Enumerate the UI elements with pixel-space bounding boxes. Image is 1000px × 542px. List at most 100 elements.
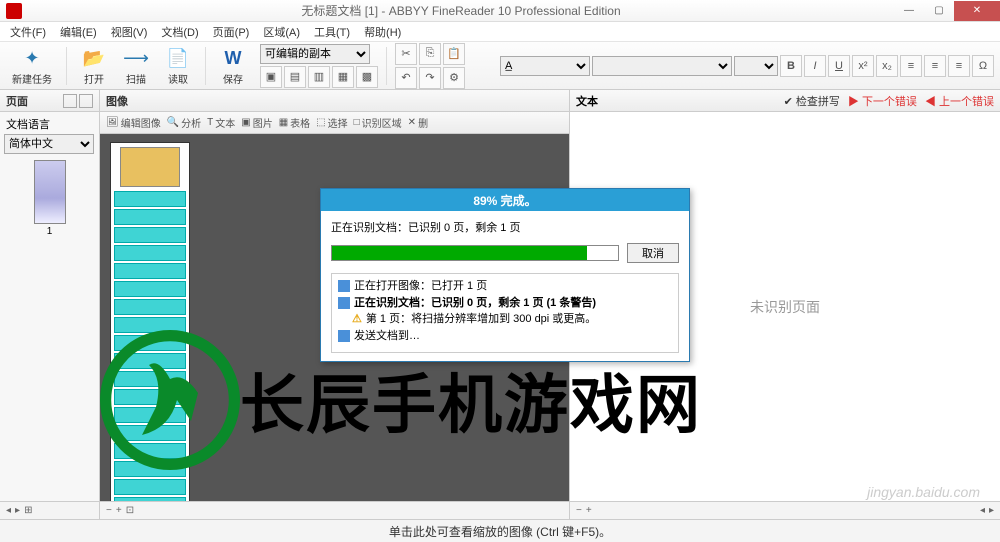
layout-btn-2[interactable]: ▤ bbox=[284, 66, 306, 88]
thumb-tool-1[interactable]: ◂ bbox=[6, 505, 11, 516]
log-line-3: 第 1 页：将扫描分辨率增加到 300 dpi 或更高。 bbox=[366, 311, 596, 328]
maximize-button[interactable]: ▢ bbox=[924, 1, 954, 21]
next-error-button[interactable]: ▶ 下一个错误 bbox=[848, 93, 917, 109]
dialog-status: 正在识别文档：已识别 0 页，剩余 1 页 bbox=[331, 219, 679, 235]
font-style-select[interactable]: A̲ bbox=[500, 56, 590, 76]
layout-btn-5[interactable]: ▩ bbox=[356, 66, 378, 88]
menu-page[interactable]: 页面(P) bbox=[207, 22, 256, 42]
redo-button[interactable]: ↷ bbox=[419, 67, 441, 89]
select-button[interactable]: ⬚ 选择 bbox=[316, 115, 347, 130]
layout-btn-3[interactable]: ▥ bbox=[308, 66, 330, 88]
doc-image-block bbox=[120, 147, 180, 187]
prev-error-button[interactable]: ◀ 上一个错误 bbox=[925, 93, 994, 109]
text-zoom-in[interactable]: + bbox=[586, 505, 592, 516]
menu-help[interactable]: 帮助(H) bbox=[358, 22, 407, 42]
open-button[interactable]: 📂打开 bbox=[75, 44, 113, 88]
edit-image-button[interactable]: 🖼 编辑图像 bbox=[106, 115, 161, 130]
underline-button[interactable]: U bbox=[828, 55, 850, 77]
doc-icon bbox=[338, 280, 350, 292]
subscript-button[interactable]: x₂ bbox=[876, 55, 898, 77]
image-header: 图像 bbox=[106, 93, 128, 109]
menu-document[interactable]: 文档(D) bbox=[155, 22, 204, 42]
star-icon: ✦ bbox=[19, 46, 45, 71]
view-mode-icon[interactable] bbox=[63, 94, 77, 108]
paste-button[interactable]: 📋 bbox=[443, 43, 465, 65]
scan-button[interactable]: ⟶扫描 bbox=[117, 44, 155, 88]
log-line-1: 正在打开图像：已打开 1 页 bbox=[354, 278, 487, 295]
menu-file[interactable]: 文件(F) bbox=[4, 22, 52, 42]
minimize-button[interactable]: — bbox=[894, 1, 924, 21]
lang-label: 文档语言 bbox=[0, 112, 99, 134]
text-area-button[interactable]: T 文本 bbox=[207, 115, 235, 130]
text-nav-right[interactable]: ▸ bbox=[989, 505, 994, 516]
superscript-button[interactable]: x² bbox=[852, 55, 874, 77]
italic-button[interactable]: I bbox=[804, 55, 826, 77]
log-line-4: 发送文档到… bbox=[354, 328, 420, 345]
close-button[interactable]: ✕ bbox=[954, 1, 1000, 21]
document-page bbox=[110, 142, 190, 501]
font-family-select[interactable] bbox=[592, 56, 732, 76]
zoom-out-icon[interactable]: − bbox=[106, 505, 112, 516]
open-label: 打开 bbox=[84, 71, 104, 86]
save-label: 保存 bbox=[223, 71, 243, 86]
menu-edit[interactable]: 编辑(E) bbox=[54, 22, 103, 42]
align-center-button[interactable]: ≡ bbox=[924, 55, 946, 77]
recognize-area-button[interactable]: □ 识别区域 bbox=[354, 115, 402, 130]
cancel-button[interactable]: 取消 bbox=[627, 243, 679, 263]
newtask-button[interactable]: ✦新建任务 bbox=[6, 44, 58, 88]
menu-bar: 文件(F) 编辑(E) 视图(V) 文档(D) 页面(P) 区域(A) 工具(T… bbox=[0, 22, 1000, 42]
bold-button[interactable]: B bbox=[780, 55, 802, 77]
text-header: 文本 bbox=[576, 93, 598, 109]
progress-bar bbox=[331, 245, 619, 261]
cut-button[interactable]: ✂ bbox=[395, 43, 417, 65]
app-icon bbox=[6, 3, 22, 19]
layout-select[interactable]: 可编辑的副本 bbox=[260, 44, 370, 64]
text-zoom-out[interactable]: − bbox=[576, 505, 582, 516]
fit-icon[interactable]: ⊡ bbox=[126, 505, 134, 516]
thumb-tool-3[interactable]: ⊞ bbox=[24, 505, 32, 516]
scan-label: 扫描 bbox=[126, 71, 146, 86]
spellcheck-button[interactable]: ✔ 检查拼写 bbox=[784, 93, 840, 109]
read-icon: 📄 bbox=[165, 46, 191, 71]
pic-area-button[interactable]: ▣ 图片 bbox=[241, 115, 272, 130]
layout-btn-4[interactable]: ▦ bbox=[332, 66, 354, 88]
undo-button[interactable]: ↶ bbox=[395, 67, 417, 89]
page-thumbnail[interactable] bbox=[34, 160, 66, 224]
menu-area[interactable]: 区域(A) bbox=[257, 22, 306, 42]
layout-btn-1[interactable]: ▣ bbox=[260, 66, 282, 88]
status-bar: 单击此处可查看缩放的图像 (Ctrl 键+F5)。 bbox=[0, 520, 1000, 542]
format-toolbar: A̲ B I U x² x₂ ≡ ≡ ≡ Ω bbox=[500, 55, 994, 77]
text-nav-left[interactable]: ◂ bbox=[980, 505, 985, 516]
delete-area-button[interactable]: ✕ 删 bbox=[408, 115, 428, 130]
zoom-in-icon[interactable]: + bbox=[116, 505, 122, 516]
analyze-button[interactable]: 🔍 分析 bbox=[167, 115, 201, 130]
scanner-icon: ⟶ bbox=[123, 46, 149, 71]
table-area-button[interactable]: ▦ 表格 bbox=[279, 115, 310, 130]
copy-button[interactable]: ⎘ bbox=[419, 43, 441, 65]
dialog-log: 正在打开图像：已打开 1 页 正在识别文档：已识别 0 页，剩余 1 页 (1 … bbox=[331, 273, 679, 353]
save-button[interactable]: W保存 bbox=[214, 44, 252, 88]
read-button[interactable]: 📄读取 bbox=[159, 44, 197, 88]
window-title: 无标题文档 [1] - ABBYY FineReader 10 Professi… bbox=[28, 2, 894, 19]
log-line-2: 正在识别文档：已识别 0 页，剩余 1 页 (1 条警告) bbox=[354, 295, 596, 312]
page-number: 1 bbox=[47, 226, 53, 237]
thumb-tool-2[interactable]: ▸ bbox=[15, 505, 20, 516]
progress-dialog: 89% 完成。 正在识别文档：已识别 0 页，剩余 1 页 取消 正在打开图像：… bbox=[320, 188, 690, 362]
warning-icon: ⚠ bbox=[352, 311, 362, 328]
folder-icon: 📂 bbox=[81, 46, 107, 71]
doc-icon bbox=[338, 297, 350, 309]
read-label: 读取 bbox=[168, 71, 188, 86]
dialog-title: 89% 完成。 bbox=[321, 189, 689, 211]
pages-panel: 页面 文档语言 简体中文 1 ◂ ▸ ⊞ bbox=[0, 90, 100, 519]
word-icon: W bbox=[220, 46, 246, 71]
charmap-button[interactable]: Ω bbox=[972, 55, 994, 77]
lang-select[interactable]: 简体中文 bbox=[4, 134, 94, 154]
options-button[interactable]: ⚙ bbox=[443, 67, 465, 89]
menu-view[interactable]: 视图(V) bbox=[105, 22, 154, 42]
align-right-button[interactable]: ≡ bbox=[948, 55, 970, 77]
sort-icon[interactable] bbox=[79, 94, 93, 108]
font-size-select[interactable] bbox=[734, 56, 778, 76]
align-left-button[interactable]: ≡ bbox=[900, 55, 922, 77]
pages-header: 页面 bbox=[6, 93, 28, 109]
menu-tools[interactable]: 工具(T) bbox=[308, 22, 356, 42]
